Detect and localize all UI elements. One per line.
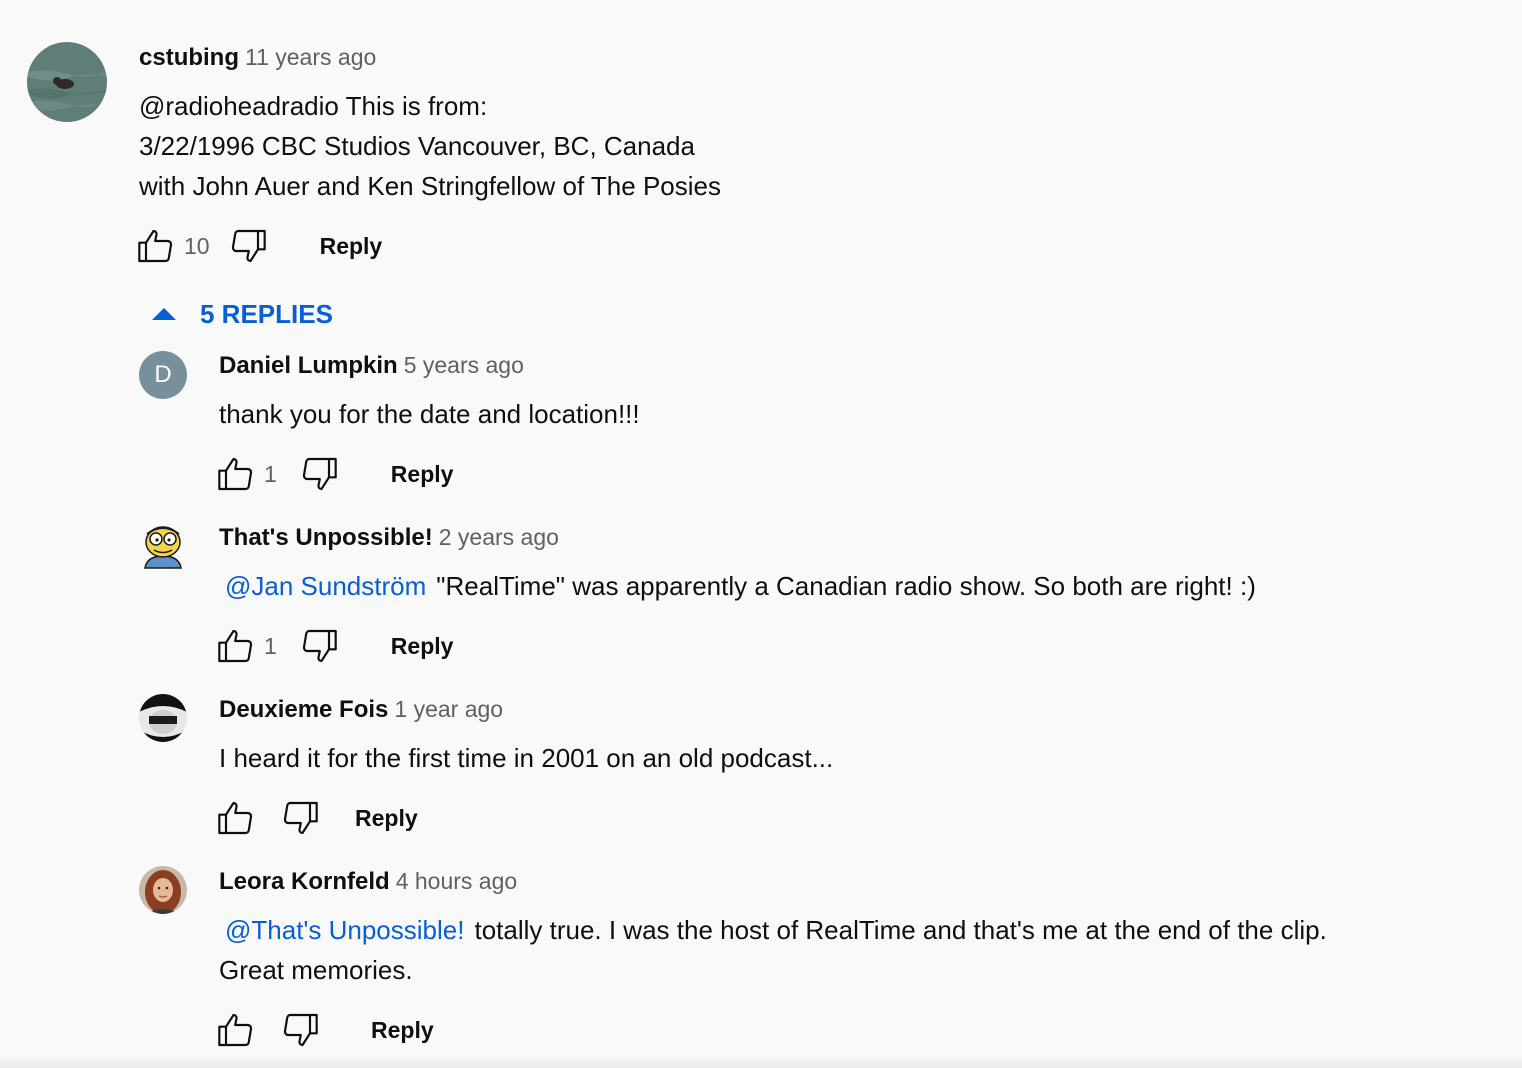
comment-header: Deuxieme Fois 1 year ago xyxy=(219,696,503,724)
comment-author[interactable]: Deuxieme Fois xyxy=(219,696,388,723)
comment-author[interactable]: Daniel Lumpkin xyxy=(219,352,398,379)
comment-actions: Reply xyxy=(216,1010,434,1050)
comment-header: cstubing 11 years ago xyxy=(139,44,376,72)
thumbs-up-icon xyxy=(138,229,173,263)
like-button[interactable] xyxy=(216,454,256,494)
comment-text: I heard it for the first time in 2001 on… xyxy=(219,743,834,773)
comment-actions: Reply xyxy=(216,798,418,838)
comment-text-line: @radioheadradio This is from: xyxy=(139,91,488,121)
like-count: 1 xyxy=(264,460,277,487)
comment-text: @radioheadradio This is from: 3/22/1996 … xyxy=(139,86,721,206)
comment-text-line: @That's Unpossible! totally true. I was t… xyxy=(219,910,1327,950)
reply-button[interactable]: Reply xyxy=(355,805,418,832)
comment-header: Daniel Lumpkin 5 years ago xyxy=(219,352,524,380)
thumbs-up-icon xyxy=(218,1013,253,1047)
comment-header: That's Unpossible! 2 years ago xyxy=(219,524,559,552)
comment-text: @Jan Sundström "RealTime" was apparently … xyxy=(219,566,1256,606)
thumbs-up-icon xyxy=(218,629,253,663)
replies-toggle-button[interactable]: 5 REPLIES xyxy=(146,296,333,332)
avatar-thats-unpossible[interactable] xyxy=(139,522,187,570)
bottom-edge-shade xyxy=(0,1054,1522,1068)
comment-timestamp[interactable]: 2 years ago xyxy=(439,524,559,550)
thumbs-down-icon xyxy=(302,457,337,491)
comment-timestamp[interactable]: 4 hours ago xyxy=(396,868,517,894)
reply-button[interactable]: Reply xyxy=(320,233,383,260)
dislike-button[interactable] xyxy=(280,1010,320,1050)
comment-timestamp[interactable]: 5 years ago xyxy=(404,352,524,378)
comment-author[interactable]: cstubing xyxy=(139,44,239,71)
comment-author[interactable]: That's Unpossible! xyxy=(219,524,433,551)
mention-link[interactable]: @Jan Sundström xyxy=(225,571,426,601)
thumbs-down-icon xyxy=(283,801,318,835)
comment-text-line: Great memories. xyxy=(219,955,413,985)
avatar-daniel-lumpkin[interactable]: D xyxy=(139,351,187,399)
mention-link[interactable]: @That's Unpossible! xyxy=(225,915,464,945)
dislike-button[interactable] xyxy=(299,626,339,666)
reply-button[interactable]: Reply xyxy=(391,461,454,488)
comment-actions: 10 Reply xyxy=(136,226,382,266)
like-button[interactable] xyxy=(136,226,176,266)
thumbs-down-icon xyxy=(302,629,337,663)
dislike-button[interactable] xyxy=(280,798,320,838)
comment-actions: 1 Reply xyxy=(216,626,453,666)
thumbs-up-icon xyxy=(218,801,253,835)
like-button[interactable] xyxy=(216,1010,256,1050)
comment-text: @That's Unpossible! totally true. I was t… xyxy=(219,910,1327,990)
comment-timestamp[interactable]: 11 years ago xyxy=(245,44,376,70)
thumbs-down-icon xyxy=(283,1013,318,1047)
comment-actions: 1 Reply xyxy=(216,454,453,494)
dislike-button[interactable] xyxy=(228,226,268,266)
comment-text-line: 3/22/1996 CBC Studios Vancouver, BC, Can… xyxy=(139,131,695,161)
reply-button[interactable]: Reply xyxy=(391,633,454,660)
comment-text-line: with John Auer and Ken Stringfellow of T… xyxy=(139,171,721,201)
avatar-cstubing[interactable] xyxy=(27,42,107,122)
comment-author[interactable]: Leora Kornfeld xyxy=(219,868,390,895)
avatar-leora-kornfeld[interactable] xyxy=(139,866,187,914)
reply-button[interactable]: Reply xyxy=(371,1017,434,1044)
dislike-button[interactable] xyxy=(299,454,339,494)
avatar-letter: D xyxy=(154,361,172,388)
like-button[interactable] xyxy=(216,798,256,838)
thumbs-down-icon xyxy=(231,229,266,263)
replies-toggle-label: 5 REPLIES xyxy=(200,298,333,329)
comment-text: thank you for the date and location!!! xyxy=(219,399,640,429)
comment-text-content: "RealTime" was apparently a Canadian rad… xyxy=(436,571,1256,601)
comment-text-content: totally true. I was the host of RealTime… xyxy=(474,915,1327,945)
avatar-deuxieme-fois[interactable] xyxy=(139,694,187,742)
like-count: 1 xyxy=(264,632,277,659)
caret-up-icon xyxy=(152,308,176,320)
thumbs-up-icon xyxy=(218,457,253,491)
like-button[interactable] xyxy=(216,626,256,666)
like-count: 10 xyxy=(184,232,210,259)
comment-timestamp[interactable]: 1 year ago xyxy=(394,696,503,722)
comment-header: Leora Kornfeld 4 hours ago xyxy=(219,868,517,896)
